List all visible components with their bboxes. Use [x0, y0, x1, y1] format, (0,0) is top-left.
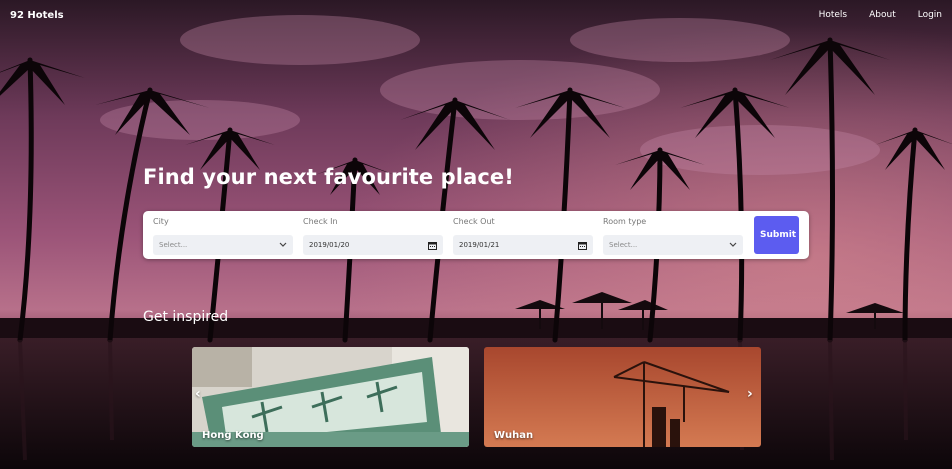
carousel-next-arrow-icon[interactable]: › — [747, 386, 753, 402]
nav-link-about[interactable]: About — [869, 10, 896, 20]
nav-link-hotels[interactable]: Hotels — [819, 10, 848, 20]
brand-logo[interactable]: 92 Hotels — [10, 10, 64, 21]
city-select[interactable]: Select... — [153, 235, 293, 255]
hero-title: Find your next favourite place! — [143, 165, 514, 189]
destination-card-hong-kong[interactable]: Hong Kong — [192, 347, 469, 447]
check-out-date-input[interactable]: 2019/01/21 — [453, 235, 593, 255]
destination-label-hong-kong: Hong Kong — [202, 430, 264, 441]
city-label: City — [153, 217, 169, 226]
room-type-placeholder: Select... — [609, 241, 638, 249]
check-in-value: 2019/01/20 — [309, 241, 350, 249]
chevron-down-icon — [279, 242, 287, 247]
check-in-label: Check In — [303, 217, 338, 226]
get-inspired-heading: Get inspired — [143, 309, 229, 325]
calendar-icon[interactable] — [428, 241, 437, 250]
check-out-label: Check Out — [453, 217, 495, 226]
nav-links: Hotels About Login — [819, 10, 942, 20]
check-out-value: 2019/01/21 — [459, 241, 500, 249]
chevron-down-icon — [729, 242, 737, 247]
check-in-date-input[interactable]: 2019/01/20 — [303, 235, 443, 255]
destination-card-wuhan[interactable]: Wuhan — [484, 347, 761, 447]
room-type-select[interactable]: Select... — [603, 235, 743, 255]
city-placeholder: Select... — [159, 241, 188, 249]
search-form: City Select... Check In 2019/01/20 Check… — [143, 211, 809, 259]
destination-label-wuhan: Wuhan — [494, 430, 534, 441]
room-type-label: Room type — [603, 217, 647, 226]
nav-link-login[interactable]: Login — [918, 10, 942, 20]
submit-button[interactable]: Submit — [754, 216, 799, 254]
calendar-icon[interactable] — [578, 241, 587, 250]
destinations-carousel: Hong Kong Wuhan — [192, 347, 762, 447]
carousel-prev-arrow-icon[interactable]: ‹ — [195, 386, 201, 402]
top-navbar: 92 Hotels Hotels About Login — [0, 0, 952, 32]
